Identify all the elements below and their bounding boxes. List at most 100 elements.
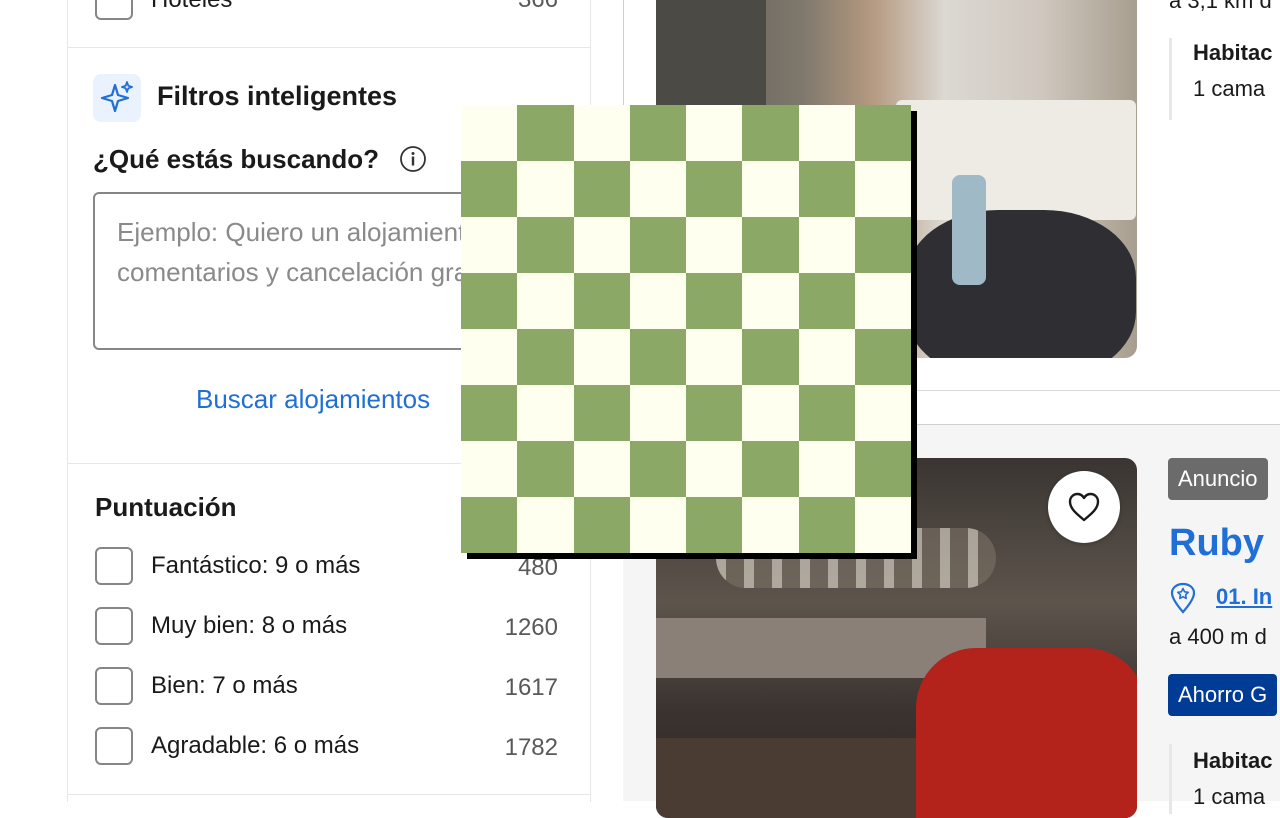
checker-square	[517, 161, 574, 217]
listing-distance: a 3,1 km d	[1169, 0, 1272, 13]
checker-square	[854, 329, 911, 385]
score-checkbox-8[interactable]	[95, 607, 133, 645]
ad-badge: Anuncio	[1168, 458, 1268, 500]
smart-filters-title: Filtros inteligentes	[157, 81, 398, 111]
score-option-label: Agradable: 6 o más	[151, 732, 360, 759]
checker-square	[798, 329, 855, 385]
checker-square	[629, 105, 686, 161]
search-accommodations-link[interactable]: Buscar alojamientos	[196, 384, 430, 415]
checker-square	[517, 329, 574, 385]
checker-square	[573, 105, 630, 161]
checker-square	[798, 497, 855, 553]
checker-square	[573, 497, 630, 553]
checker-square	[854, 497, 911, 553]
checker-square	[629, 329, 686, 385]
checker-square	[629, 441, 686, 497]
checker-square	[629, 385, 686, 441]
score-option-label: Bien: 7 o más	[151, 672, 298, 699]
checker-square	[517, 105, 574, 161]
score-option-label: Fantástico: 9 o más	[151, 552, 361, 579]
checker-square	[798, 161, 855, 217]
hotels-checkbox[interactable]	[95, 0, 133, 20]
checker-square	[742, 441, 799, 497]
checker-square	[629, 217, 686, 273]
checker-square	[461, 161, 518, 217]
checker-square	[686, 385, 743, 441]
checker-square	[742, 273, 799, 329]
checker-square	[517, 273, 574, 329]
checker-square	[686, 105, 743, 161]
room-info-bar	[1169, 38, 1172, 120]
checker-square	[517, 217, 574, 273]
checker-square	[686, 161, 743, 217]
score-option-count: 1260	[504, 614, 558, 641]
hotels-count: 366	[518, 0, 558, 14]
score-option-label: Muy bien: 8 o más	[151, 612, 348, 639]
checker-square	[854, 161, 911, 217]
checker-square	[573, 273, 630, 329]
checker-square	[798, 217, 855, 273]
checker-square	[629, 273, 686, 329]
checker-square	[461, 497, 518, 553]
smart-filters-question: ¿Qué estás buscando?	[93, 144, 380, 174]
checker-square	[461, 105, 518, 161]
checker-square	[854, 217, 911, 273]
checker-square	[461, 385, 518, 441]
checker-square	[461, 441, 518, 497]
checker-square	[742, 161, 799, 217]
checker-square	[854, 105, 911, 161]
checkerboard-overlay	[461, 105, 911, 553]
checker-square	[517, 497, 574, 553]
listing-location-link[interactable]: 01. In	[1216, 584, 1272, 610]
checker-square	[573, 441, 630, 497]
checker-square	[517, 441, 574, 497]
checker-square	[798, 385, 855, 441]
score-checkbox-7[interactable]	[95, 667, 133, 705]
checker-square	[854, 441, 911, 497]
checker-square	[686, 217, 743, 273]
sparkles-icon	[93, 74, 141, 122]
checker-square	[461, 273, 518, 329]
section-divider	[68, 794, 590, 795]
checker-square	[742, 497, 799, 553]
score-checkbox-9[interactable]	[95, 547, 133, 585]
room-title: Habitac	[1193, 40, 1273, 65]
checker-square	[461, 329, 518, 385]
checker-square	[573, 161, 630, 217]
checker-square	[742, 385, 799, 441]
listing-distance: a 400 m d	[1169, 624, 1267, 649]
checker-square	[573, 329, 630, 385]
checker-square	[742, 105, 799, 161]
score-option-count: 1782	[504, 734, 558, 761]
checker-square	[854, 385, 911, 441]
checker-square	[798, 273, 855, 329]
score-checkbox-6[interactable]	[95, 727, 133, 765]
checker-square	[629, 497, 686, 553]
checker-square	[573, 217, 630, 273]
room-title: Habitac	[1193, 748, 1273, 773]
score-option-count: 1617	[504, 674, 558, 701]
deal-badge: Ahorro G	[1168, 674, 1278, 716]
section-divider	[68, 47, 590, 48]
checker-square	[686, 497, 743, 553]
hotels-label: Hoteles	[151, 0, 232, 14]
checker-square	[798, 105, 855, 161]
checker-square	[461, 217, 518, 273]
room-bed: 1 cama	[1193, 784, 1266, 809]
checker-square	[742, 217, 799, 273]
checker-square	[686, 273, 743, 329]
checker-square	[517, 385, 574, 441]
room-info-bar	[1169, 744, 1172, 814]
room-bed: 1 cama	[1193, 76, 1266, 101]
heart-icon	[1068, 492, 1100, 522]
score-filter-heading: Puntuación	[95, 492, 237, 522]
checker-square	[798, 441, 855, 497]
favorite-button[interactable]	[1048, 471, 1120, 543]
checker-square	[686, 441, 743, 497]
checker-square	[686, 329, 743, 385]
listing-title[interactable]: Ruby	[1169, 522, 1264, 565]
checker-square	[629, 161, 686, 217]
checker-square	[854, 273, 911, 329]
map-pin-icon	[1168, 582, 1198, 614]
info-icon[interactable]	[399, 145, 427, 173]
